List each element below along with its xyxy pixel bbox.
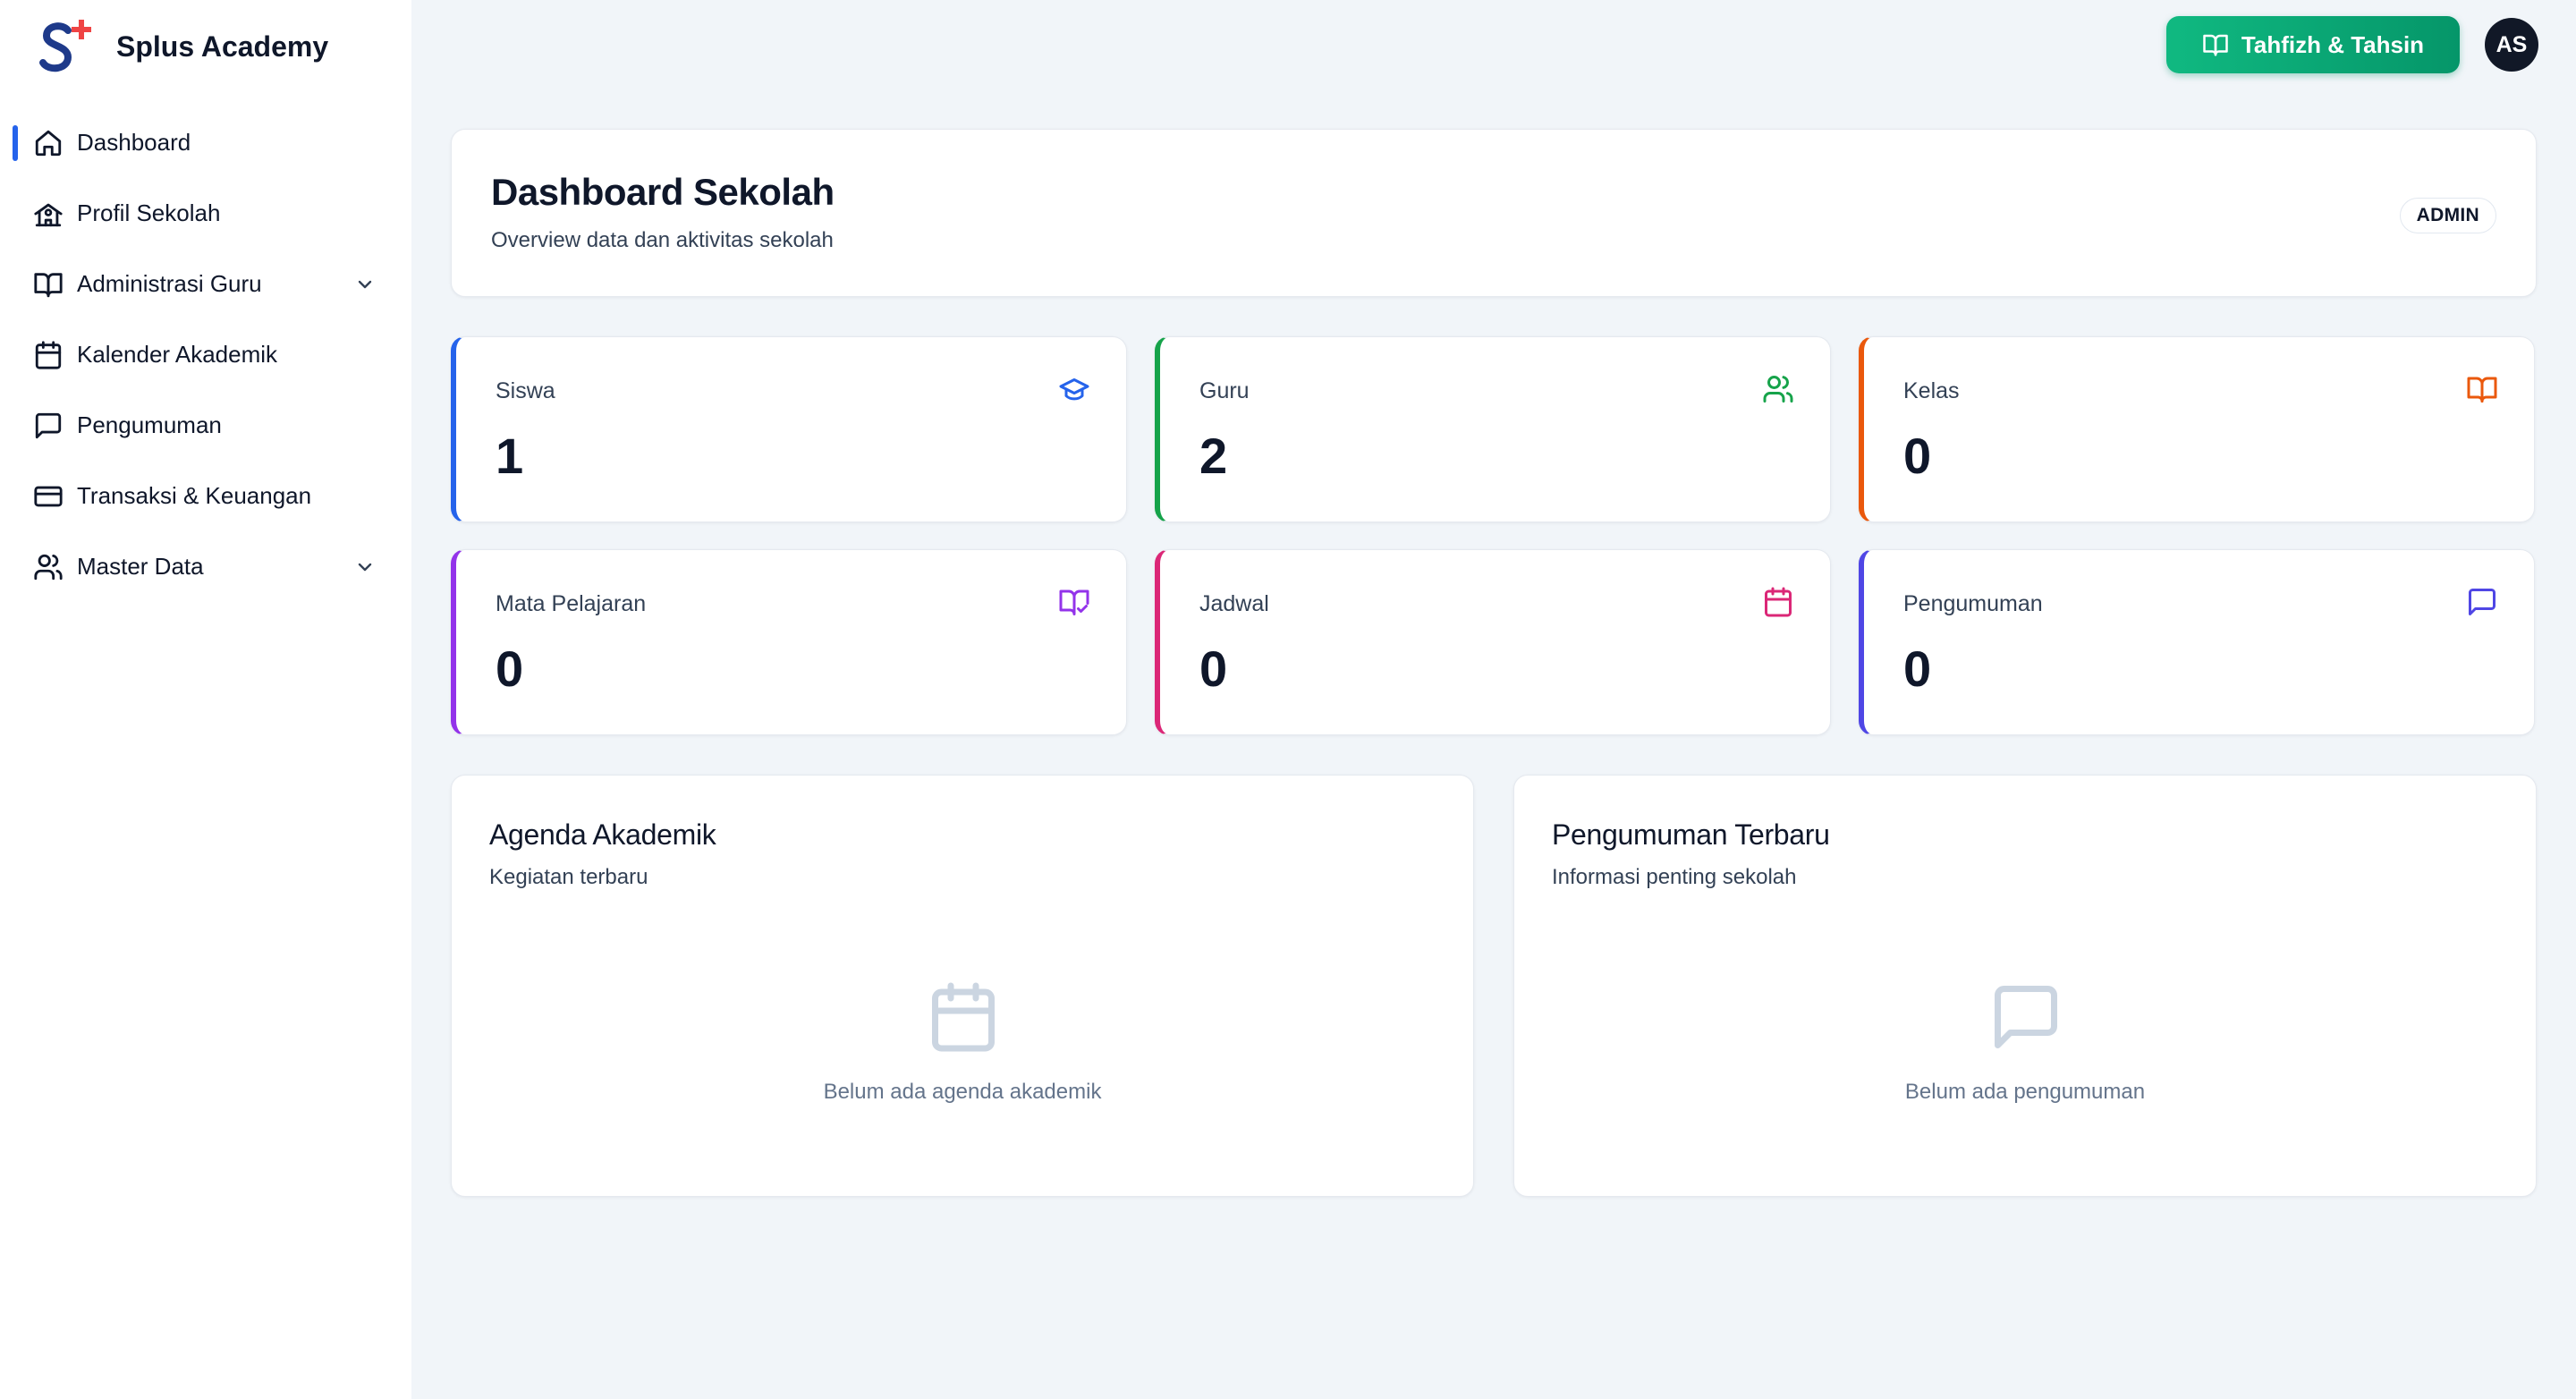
stat-label: Jadwal: [1199, 591, 1269, 616]
users-icon: [1762, 373, 1794, 405]
sidebar-item-label: Pengumuman: [77, 411, 222, 438]
agenda-title: Agenda Akademik: [489, 818, 716, 851]
message-square-icon: [32, 410, 64, 442]
school-icon: [32, 198, 64, 230]
sidebar-item-transaksi-keuangan[interactable]: Transaksi & Keuangan: [0, 461, 411, 531]
avatar[interactable]: AS: [2485, 18, 2538, 72]
sidebar-item-dashboard[interactable]: Dashboard: [0, 107, 411, 178]
stat-label: Pengumuman: [1903, 591, 2043, 616]
stat-label: Siswa: [496, 378, 555, 403]
stat-card-jadwal[interactable]: Jadwal 0: [1155, 549, 1831, 735]
stat-card-pengumuman[interactable]: Pengumuman 0: [1859, 549, 2535, 735]
book-open-icon: [32, 268, 64, 301]
stat-value: 1: [496, 428, 524, 484]
announcements-empty-text: Belum ada pengumuman: [1904, 1080, 2146, 1104]
brand-name: Splus Academy: [116, 30, 329, 63]
calendar-icon: [926, 979, 1001, 1055]
book-open-icon: [2466, 373, 2498, 405]
chevron-down-icon[interactable]: [354, 556, 376, 578]
sidebar-item-pengumuman[interactable]: Pengumuman: [0, 390, 411, 461]
stat-value: 2: [1199, 428, 1228, 484]
sidebar-nav: Dashboard Profil Sekolah Administrasi Gu…: [0, 107, 411, 602]
sidebar-item-master-data[interactable]: Master Data: [0, 531, 411, 602]
graduation-cap-icon: [1058, 373, 1090, 405]
splus-logo-icon: [38, 18, 93, 75]
dashboard-header-card: Dashboard Sekolah Overview data dan akti…: [451, 129, 2537, 297]
calendar-icon: [1762, 586, 1794, 618]
stat-card-mata-pelajaran[interactable]: Mata Pelajaran 0: [451, 549, 1127, 735]
sidebar-item-label: Kalender Akademik: [77, 341, 278, 368]
stat-card-siswa[interactable]: Siswa 1: [451, 336, 1127, 522]
stat-value: 0: [1199, 640, 1228, 697]
message-square-icon: [2466, 586, 2498, 618]
announcements-subtitle: Informasi penting sekolah: [1552, 865, 1797, 889]
sidebar-item-administrasi-guru[interactable]: Administrasi Guru: [0, 249, 411, 319]
message-square-icon: [1988, 979, 2063, 1055]
sidebar-item-kalender-akademik[interactable]: Kalender Akademik: [0, 319, 411, 390]
brand[interactable]: Splus Academy: [38, 18, 328, 75]
agenda-akademik-card: Agenda Akademik Kegiatan terbaru Belum a…: [451, 775, 1474, 1197]
sidebar-item-label: Master Data: [77, 553, 204, 580]
sidebar-item-label: Administrasi Guru: [77, 270, 262, 297]
tahfizh-tahsin-button[interactable]: Tahfizh & Tahsin: [2166, 16, 2460, 73]
stat-value: 0: [1903, 640, 1932, 697]
page-title: Dashboard Sekolah: [491, 171, 835, 213]
chevron-down-icon[interactable]: [354, 274, 376, 295]
calendar-icon: [32, 339, 64, 371]
stat-label: Guru: [1199, 378, 1250, 403]
sidebar: Splus Academy Dashboard Profil Sekolah A…: [0, 0, 411, 1399]
sidebar-item-label: Dashboard: [77, 129, 191, 156]
stat-value: 0: [1903, 428, 1932, 484]
sidebar-item-label: Transaksi & Keuangan: [77, 482, 312, 509]
credit-card-icon: [32, 480, 64, 513]
pengumuman-terbaru-card: Pengumuman Terbaru Informasi penting sek…: [1513, 775, 2537, 1197]
stat-card-guru[interactable]: Guru 2: [1155, 336, 1831, 522]
announcements-title: Pengumuman Terbaru: [1552, 818, 1830, 851]
page-subtitle: Overview data dan aktivitas sekolah: [491, 228, 834, 252]
agenda-subtitle: Kegiatan terbaru: [489, 865, 648, 889]
book-check-icon: [1058, 586, 1090, 618]
users-icon: [32, 551, 64, 583]
home-icon: [32, 127, 64, 159]
stat-card-kelas[interactable]: Kelas 0: [1859, 336, 2535, 522]
stat-label: Kelas: [1903, 378, 1960, 403]
stat-label: Mata Pelajaran: [496, 591, 647, 616]
role-badge: ADMIN: [2399, 198, 2496, 233]
stat-value: 0: [496, 640, 524, 697]
sidebar-item-label: Profil Sekolah: [77, 199, 221, 226]
sidebar-item-profil-sekolah[interactable]: Profil Sekolah: [0, 178, 411, 249]
book-open-icon: [2203, 34, 2228, 56]
tahfizh-tahsin-label: Tahfizh & Tahsin: [2241, 30, 2425, 58]
agenda-empty-text: Belum ada agenda akademik: [823, 1080, 1102, 1104]
